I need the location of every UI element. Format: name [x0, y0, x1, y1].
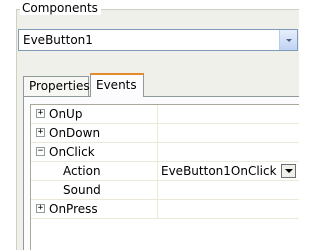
component-select-value: EveButton1	[23, 33, 93, 47]
event-row-onclick[interactable]: − OnClick	[31, 143, 299, 162]
collapse-icon[interactable]: −	[36, 147, 45, 156]
chevron-down-icon	[285, 169, 293, 173]
event-name: OnClick	[49, 145, 95, 159]
event-row-onpress[interactable]: + OnPress	[31, 200, 299, 219]
event-row-sound[interactable]: Sound	[31, 181, 299, 200]
event-value[interactable]: EveButton1OnClick	[161, 164, 277, 178]
expand-icon[interactable]: +	[36, 204, 45, 213]
component-select-dropdown-button[interactable]	[279, 30, 297, 50]
expand-icon[interactable]: +	[36, 109, 45, 118]
event-name: OnUp	[49, 107, 83, 121]
chevron-down-icon	[286, 39, 292, 42]
event-row-ondown[interactable]: + OnDown	[31, 124, 299, 143]
event-name: Sound	[63, 183, 101, 197]
event-name: OnDown	[49, 126, 101, 140]
tab-events[interactable]: Events	[90, 73, 144, 97]
tab-properties[interactable]: Properties	[23, 76, 90, 96]
event-value-dropdown-button[interactable]	[281, 164, 296, 178]
expand-icon[interactable]: +	[36, 128, 45, 137]
event-name: OnPress	[49, 202, 98, 216]
component-select[interactable]: EveButton1	[18, 29, 298, 51]
event-name: Action	[63, 164, 101, 178]
event-row-onup[interactable]: + OnUp	[31, 105, 299, 124]
event-grid: + OnUp + OnDown − OnClick Action EveButt…	[30, 104, 299, 250]
components-group-label: Components	[20, 1, 101, 15]
event-row-action[interactable]: Action EveButton1OnClick	[31, 162, 299, 181]
